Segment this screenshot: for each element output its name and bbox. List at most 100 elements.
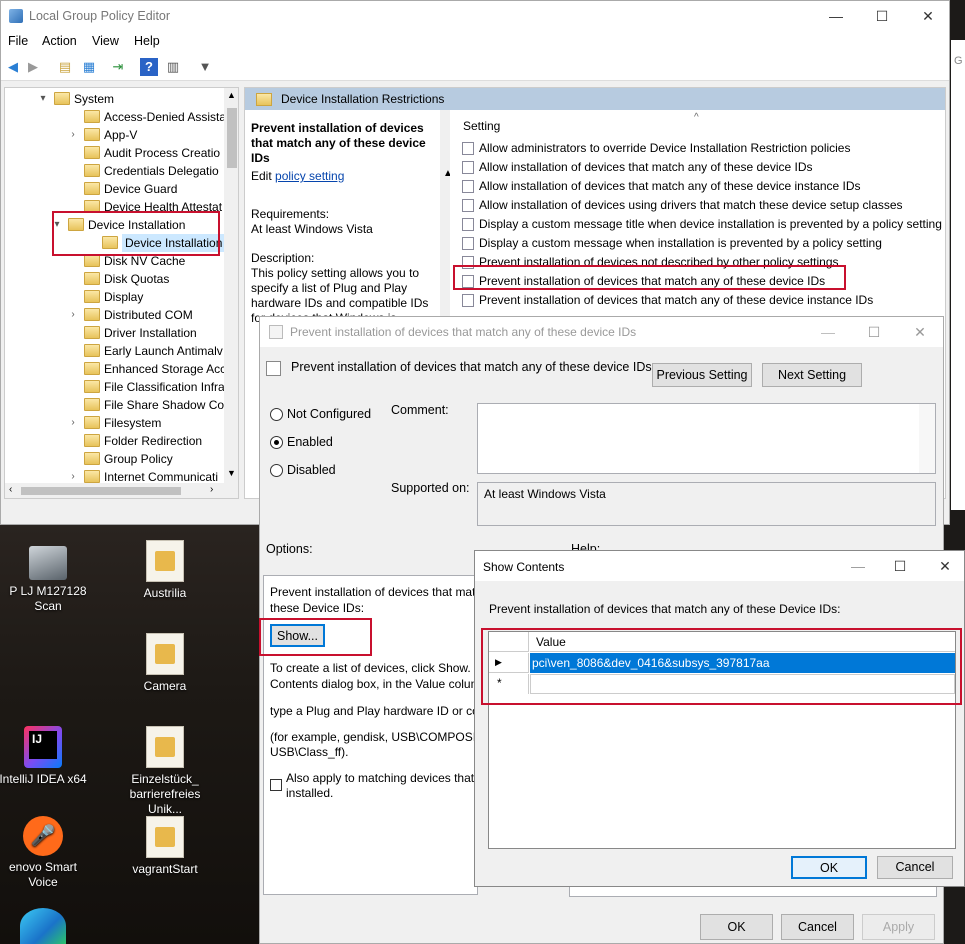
radio-enabled[interactable]	[270, 436, 283, 449]
desktop-icon-austrilia[interactable]: Austrilia	[115, 540, 215, 601]
tree-item[interactable]: Display	[5, 288, 225, 306]
scroll-down-icon[interactable]: ▼	[227, 468, 236, 478]
edge-icon[interactable]	[20, 908, 66, 944]
tree-item[interactable]: Credentials Delegatio	[5, 162, 225, 180]
show-contents-dialog: Show Contents — ☐ ✕ Prevent installation…	[474, 550, 965, 887]
highlight-box	[259, 618, 372, 656]
folder-icon	[84, 326, 100, 339]
scroll-thumb[interactable]	[21, 487, 181, 495]
desktop-icon-intellij[interactable]: IJ IntelliJ IDEA x64	[0, 726, 93, 787]
highlight-box	[453, 265, 846, 290]
desktop-icon-scanner[interactable]: P LJ M127128 Scan	[0, 540, 98, 614]
also-apply-checkbox[interactable]	[270, 779, 282, 791]
tree-vertical-scrollbar[interactable]: ▲ ▼	[224, 88, 238, 483]
setting-column-header[interactable]: Setting	[463, 119, 500, 133]
up-folder-icon[interactable]: ▤	[56, 58, 74, 76]
chevron-down-icon[interactable]: ▾	[37, 90, 49, 108]
description-label: Description:	[251, 251, 315, 265]
filter-icon[interactable]: ▼	[196, 58, 214, 76]
tree-item[interactable]: Disk Quotas	[5, 270, 225, 288]
radio-not-configured[interactable]	[270, 408, 283, 421]
comment-scrollbar[interactable]	[919, 404, 935, 473]
desktop-icon-vagrantstart[interactable]: vagrantStart	[115, 816, 215, 877]
tree-item[interactable]: Folder Redirection	[5, 432, 225, 450]
desktop-icon-label: enovo Smart Voice	[8, 860, 78, 889]
tree-item[interactable]: Early Launch Antimalv	[5, 342, 225, 360]
cancel-button[interactable]: Cancel	[781, 914, 854, 940]
apply-button[interactable]: Apply	[862, 914, 935, 940]
tree-item[interactable]: Driver Installation	[5, 324, 225, 342]
close-button[interactable]: ✕	[897, 317, 943, 347]
scroll-thumb[interactable]	[227, 108, 237, 168]
maximize-button[interactable]: ☐	[877, 551, 923, 581]
scroll-right-icon[interactable]: ›	[210, 484, 213, 495]
close-button[interactable]: ✕	[905, 1, 951, 31]
supported-on-field: At least Windows Vista	[477, 482, 936, 526]
supported-on-value: At least Windows Vista	[484, 487, 606, 501]
chevron-right-icon[interactable]: ›	[67, 306, 79, 324]
tree-horizontal-scrollbar[interactable]: ‹ ›	[5, 483, 238, 498]
document-icon	[146, 726, 184, 768]
tree-item-label: Folder Redirection	[104, 434, 203, 448]
minimize-button[interactable]: —	[813, 1, 859, 31]
tree-item[interactable]: › Distributed COM	[5, 306, 225, 324]
export-list-icon[interactable]: ⇥	[109, 58, 127, 76]
tree-item[interactable]: ▾ System	[5, 90, 225, 108]
sort-arrow-icon: ^	[694, 112, 699, 123]
folder-icon	[84, 344, 100, 357]
show-hide-tree-icon[interactable]: ▦	[80, 58, 98, 76]
tree-item[interactable]: Group Policy	[5, 450, 225, 468]
document-icon[interactable]	[148, 908, 178, 944]
radio-disabled[interactable]	[270, 464, 283, 477]
menu-view[interactable]: View	[92, 34, 119, 48]
maximize-button[interactable]: ☐	[859, 1, 905, 31]
folder-icon	[84, 416, 100, 429]
forward-arrow-icon[interactable]: ▶	[24, 58, 42, 76]
highlight-box	[52, 211, 220, 256]
minimize-button[interactable]: —	[805, 317, 851, 347]
close-button[interactable]: ✕	[922, 551, 965, 581]
options-help-text: USB\Class_ff).	[270, 745, 349, 759]
desktop-icon-einzelstueck[interactable]: Einzelstück_ barrierefreies Unik...	[115, 726, 215, 817]
menu-help[interactable]: Help	[134, 34, 160, 48]
tree-item[interactable]: › App-V	[5, 126, 225, 144]
properties-icon[interactable]: ▥	[164, 58, 182, 76]
tree-item[interactable]: › Filesystem	[5, 414, 225, 432]
policy-setting-icon	[462, 237, 474, 250]
policy-setting-icon	[462, 218, 474, 231]
policy-setting-icon	[462, 199, 474, 212]
ok-button[interactable]: OK	[791, 856, 867, 879]
ok-button[interactable]: OK	[700, 914, 773, 940]
tree-item[interactable]: File Share Shadow Cop	[5, 396, 231, 414]
tree-item[interactable]: Enhanced Storage Acc	[5, 360, 226, 378]
tree-item[interactable]: Access-Denied Assista	[5, 108, 227, 126]
folder-icon	[256, 93, 272, 106]
policy-setting-icon	[462, 161, 474, 174]
scroll-up-icon[interactable]: ▲	[227, 90, 236, 100]
previous-setting-button[interactable]: Previous Setting	[652, 363, 752, 387]
chevron-right-icon[interactable]: ›	[67, 414, 79, 432]
setting-name: Allow installation of devices that match…	[479, 179, 861, 193]
tree-item[interactable]: Audit Process Creatio	[5, 144, 225, 162]
desktop-icon-camera[interactable]: Camera	[115, 633, 215, 694]
edit-policy-link[interactable]: policy setting	[275, 169, 344, 183]
tree-item-label: Access-Denied Assista	[104, 110, 227, 124]
tree-item[interactable]: Device Guard	[5, 180, 225, 198]
cancel-button[interactable]: Cancel	[877, 856, 953, 879]
tree-item[interactable]: File Classification Infra	[5, 378, 225, 396]
scroll-left-icon[interactable]: ‹	[9, 484, 12, 495]
back-arrow-icon[interactable]: ◀	[4, 58, 22, 76]
dialog-title-bar: Show Contents — ☐ ✕	[475, 551, 964, 581]
options-help-text: (for example, gendisk, USB\COMPOSITE	[270, 730, 478, 744]
menu-action[interactable]: Action	[42, 34, 77, 48]
maximize-button[interactable]: ☐	[851, 317, 897, 347]
tree-item-label: Display	[104, 290, 144, 304]
desktop-icon-smart-voice[interactable]: 🎤 enovo Smart Voice	[0, 816, 93, 890]
description-heading: Prevent installation of devices that mat…	[251, 121, 426, 165]
chevron-right-icon[interactable]: ›	[67, 126, 79, 144]
help-icon[interactable]: ?	[140, 58, 158, 76]
next-setting-button[interactable]: Next Setting	[762, 363, 862, 387]
comment-textarea[interactable]	[477, 403, 936, 474]
minimize-button[interactable]: —	[835, 551, 881, 581]
menu-file[interactable]: File	[8, 34, 28, 48]
